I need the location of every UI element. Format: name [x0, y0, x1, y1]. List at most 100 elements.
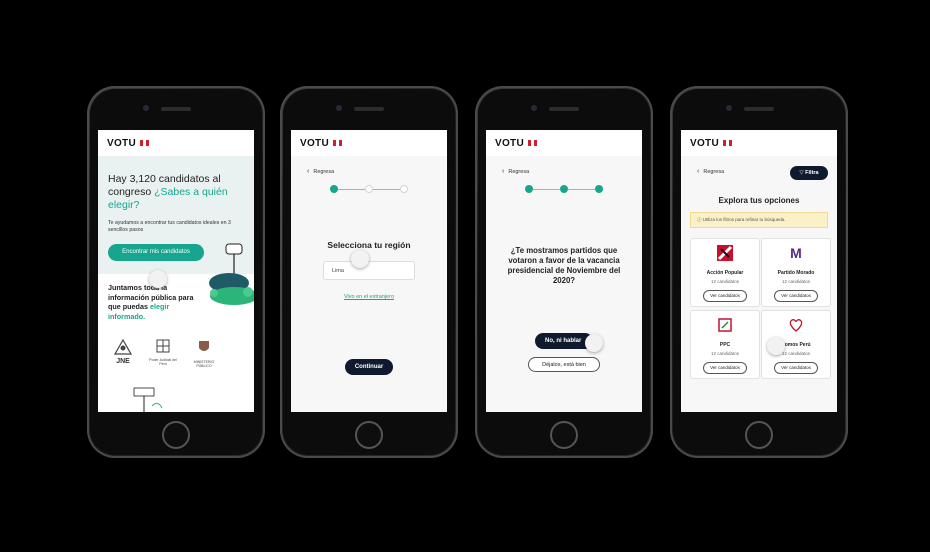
phone-1: VOTU Hay 3,120 candidatos al congreso ¿S… — [87, 86, 265, 458]
step-connector — [373, 188, 400, 190]
progress-steps — [291, 185, 447, 193]
region-input-value: Lima — [332, 268, 344, 274]
home-button[interactable] — [745, 421, 773, 449]
step-2 — [560, 185, 568, 193]
poder-judicial-logo: Poder Judicial del Perú — [146, 339, 180, 366]
info-icon: ⓘ — [697, 217, 702, 222]
home-button[interactable] — [162, 421, 190, 449]
camera — [143, 105, 149, 111]
partido-morado-logo-icon: M — [788, 245, 804, 261]
pj-emblem-icon — [156, 339, 170, 353]
screen-explore: VOTU ‹ Regresa ▽ Filtra Explora tus opcio… — [681, 130, 837, 412]
filter-icon: ▽ — [799, 170, 804, 176]
phone-2: VOTU ‹ Regresa Selecciona tu región Lima … — [280, 86, 458, 458]
signpost-illustration — [133, 387, 163, 412]
speaker — [744, 107, 774, 111]
peru-flag-icon — [722, 140, 732, 146]
phone-3: VOTU ‹ Regresa ¿Te mostramos partidos que… — [475, 86, 653, 458]
step-connector — [533, 188, 560, 190]
hero-subtext: Te ayudamos a encontrar tus candidatos i… — [108, 220, 231, 233]
mp-emblem-icon — [199, 341, 209, 351]
view-candidates-button[interactable]: Ver candidatos — [774, 290, 818, 302]
step-1 — [330, 185, 338, 193]
speaker — [161, 107, 191, 111]
step-connector — [568, 188, 595, 190]
region-title: Selecciona tu región — [327, 240, 411, 250]
logo[interactable]: VOTU — [107, 138, 136, 149]
party-name: Acción Popular — [706, 270, 744, 276]
camera — [336, 105, 342, 111]
logo[interactable]: VOTU — [690, 138, 719, 149]
jne-logo: JNE — [110, 338, 136, 365]
question-text: ¿Te mostramos partidos que votaron a fav… — [507, 246, 621, 285]
no-button-label: No, ni hablar — [545, 338, 582, 344]
region-input[interactable]: Lima — [323, 261, 415, 280]
back-link[interactable]: ‹ Regresa — [486, 156, 642, 175]
svg-text:M: M — [790, 245, 802, 261]
back-label: Regresa — [508, 168, 530, 175]
touch-indicator — [585, 334, 603, 352]
jne-emblem-icon — [113, 338, 133, 355]
info-text: Juntamos toda la información pública par… — [108, 283, 194, 321]
app-header: VOTU — [681, 130, 837, 156]
somos-peru-logo-icon — [789, 319, 803, 332]
party-card-ppc[interactable]: PPC 12 candidatos Ver candidatos — [690, 310, 760, 379]
continue-button[interactable]: Continuar — [345, 359, 393, 375]
touch-indicator — [149, 270, 167, 288]
filter-label: Filtra — [805, 170, 819, 176]
party-card-accion-popular[interactable]: Acción Popular 12 candidatos Ver candida… — [690, 238, 760, 307]
mailbox-illustration — [209, 243, 254, 305]
logo[interactable]: VOTU — [300, 138, 329, 149]
view-candidates-button[interactable]: Ver candidatos — [703, 362, 747, 374]
home-button[interactable] — [355, 421, 383, 449]
peru-flag-icon — [332, 140, 342, 146]
back-label: Regresa — [703, 168, 725, 175]
ministerio-publico-logo: MINISTERIO PÚBLICO — [186, 339, 222, 368]
step-2 — [365, 185, 373, 193]
app-header: VOTU — [291, 130, 447, 156]
party-name: Partido Morado — [777, 270, 815, 276]
logo[interactable]: VOTU — [495, 138, 524, 149]
touch-indicator — [351, 250, 369, 268]
screen-region: VOTU ‹ Regresa Selecciona tu región Lima … — [291, 130, 447, 412]
hero-headline: Hay 3,120 candidatos al congreso ¿Sabes … — [108, 173, 228, 211]
screen-question: VOTU ‹ Regresa ¿Te mostramos partidos que… — [486, 130, 642, 412]
phone-4: VOTU ‹ Regresa ▽ Filtra Explora tus opcio… — [670, 86, 848, 458]
chevron-left-icon: ‹ — [307, 168, 310, 175]
app-header: VOTU — [98, 130, 254, 156]
party-count: 12 candidatos — [710, 351, 740, 356]
partner-logos: JNE Poder Judicial del Perú MINISTERIO P… — [110, 338, 250, 371]
app-header: VOTU — [486, 130, 642, 156]
touch-indicator — [767, 337, 785, 355]
ppc-logo-icon — [718, 318, 732, 332]
peru-flag-icon — [139, 140, 149, 146]
back-label: Regresa — [313, 168, 335, 175]
step-3 — [595, 185, 603, 193]
explore-title: Explora tus opciones — [718, 196, 800, 205]
find-candidates-button[interactable]: Encontrar mis candidatos — [108, 244, 204, 261]
filter-button[interactable]: ▽ Filtra — [790, 166, 828, 180]
leave-them-button[interactable]: Déjalos, está bien — [528, 357, 600, 372]
notice-text: Utiliza los filtros para refinar tu búsq… — [702, 217, 786, 222]
party-card-partido-morado[interactable]: M Partido Morado 12 candidatos Ver candi… — [761, 238, 831, 307]
explore-body: ‹ Regresa ▽ Filtra Explora tus opciones ⓘ… — [681, 156, 837, 412]
view-candidates-button[interactable]: Ver candidatos — [703, 290, 747, 302]
progress-steps — [486, 185, 642, 193]
question-body: ‹ Regresa ¿Te mostramos partidos que vota… — [486, 156, 642, 412]
back-link[interactable]: ‹ Regresa Selecciona tu región Lima Vivo … — [291, 156, 447, 412]
home-button[interactable] — [550, 421, 578, 449]
accion-popular-logo-icon — [717, 245, 733, 261]
peru-flag-icon — [527, 140, 537, 146]
speaker — [549, 107, 579, 111]
view-candidates-button[interactable]: Ver candidatos — [774, 362, 818, 374]
speaker — [354, 107, 384, 111]
camera — [531, 105, 537, 111]
chevron-left-icon: ‹ — [502, 168, 505, 175]
step-connector — [338, 188, 365, 190]
abroad-link[interactable]: Vivo en el extranjero — [291, 294, 447, 300]
step-3 — [400, 185, 408, 193]
party-name: PPC — [719, 342, 731, 348]
camera — [726, 105, 732, 111]
step-1 — [525, 185, 533, 193]
party-count: 12 candidatos — [781, 279, 811, 284]
